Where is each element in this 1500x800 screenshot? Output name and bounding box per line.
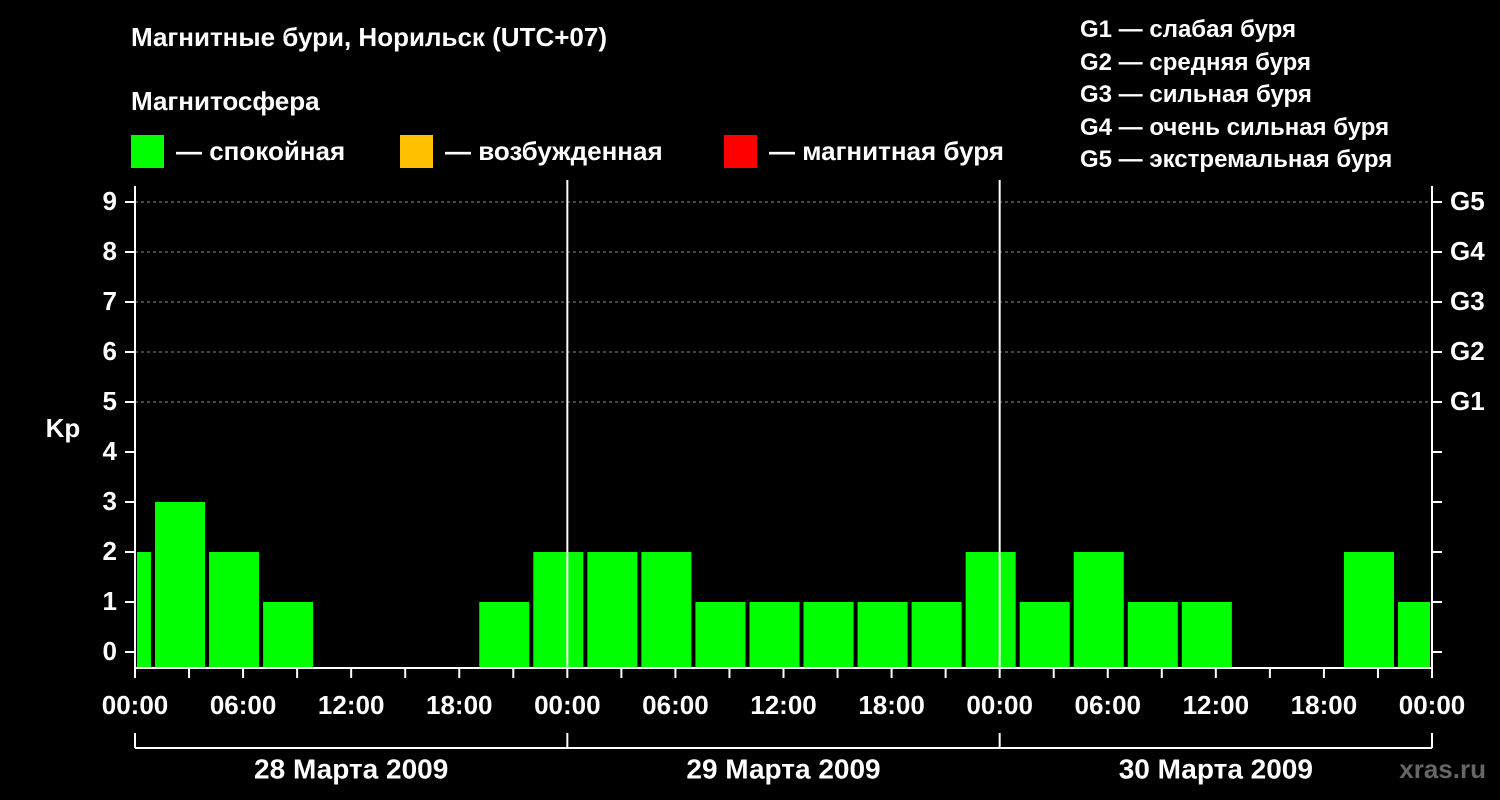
kp-bar-8	[533, 552, 584, 668]
x-tick-label: 06:00	[1075, 690, 1142, 720]
kp-bar-9	[587, 552, 638, 668]
kp-bar-12	[749, 602, 800, 668]
y-tick-label: 7	[103, 286, 117, 316]
x-tick-label: 00:00	[102, 690, 169, 720]
x-tick-label: 06:00	[642, 690, 709, 720]
kp-bar-19	[1127, 602, 1178, 668]
x-tick-label: 12:00	[318, 690, 385, 720]
x-tick-label: 18:00	[858, 690, 925, 720]
y-tick-label: 9	[103, 186, 117, 216]
site-credit: xras.ru	[1399, 754, 1486, 784]
x-tick-label: 12:00	[750, 690, 817, 720]
kp-bar-10	[641, 552, 692, 668]
x-tick-label: 18:00	[1291, 690, 1358, 720]
day-label: 29 Марта 2009	[686, 753, 880, 784]
y-axis-label: Kp	[46, 413, 81, 443]
g-level-label: G3	[1450, 286, 1485, 316]
kp-bar-15	[911, 602, 962, 668]
x-tick-label: 12:00	[1183, 690, 1250, 720]
y-tick-label: 6	[103, 336, 117, 366]
y-tick-label: 2	[103, 536, 117, 566]
g-level-label: G5	[1450, 186, 1485, 216]
kp-bar-13	[803, 602, 854, 668]
g-level-label: G4	[1450, 236, 1485, 266]
y-tick-label: 8	[103, 236, 117, 266]
y-tick-label: 3	[103, 486, 117, 516]
kp-bar-2	[209, 552, 260, 668]
g-level-label: G1	[1450, 386, 1485, 416]
kp-bar-14	[857, 602, 908, 668]
kp-bar-0	[137, 552, 152, 668]
kp-bar-16	[965, 552, 1016, 668]
x-tick-label: 06:00	[210, 690, 277, 720]
y-tick-label: 4	[103, 436, 118, 466]
kp-bar-24	[1397, 602, 1430, 668]
day-label: 28 Марта 2009	[254, 753, 448, 784]
x-tick-label: 00:00	[966, 690, 1033, 720]
kp-bar-7	[479, 602, 530, 668]
kp-bar-23	[1343, 552, 1394, 668]
kp-bar-17	[1019, 602, 1070, 668]
kp-bar-18	[1073, 552, 1124, 668]
day-label: 30 Марта 2009	[1119, 753, 1313, 784]
x-tick-label: 00:00	[1399, 690, 1466, 720]
kp-bar-20	[1181, 602, 1232, 668]
kp-bar-11	[695, 602, 746, 668]
kp-bar-3	[263, 602, 314, 668]
y-tick-label: 1	[103, 586, 117, 616]
y-tick-label: 0	[103, 636, 117, 666]
kp-bar-chart: 0 1 2 3 4 5 6 7 8 9 Kp G1 G2 G3 G4 G5 00:00 06:00 12:00 18:…	[46, 180, 1485, 784]
g-level-label: G2	[1450, 336, 1485, 366]
kp-bar-1	[155, 502, 206, 668]
x-tick-label: 18:00	[426, 690, 493, 720]
x-tick-label: 00:00	[534, 690, 601, 720]
y-tick-label: 5	[103, 386, 117, 416]
